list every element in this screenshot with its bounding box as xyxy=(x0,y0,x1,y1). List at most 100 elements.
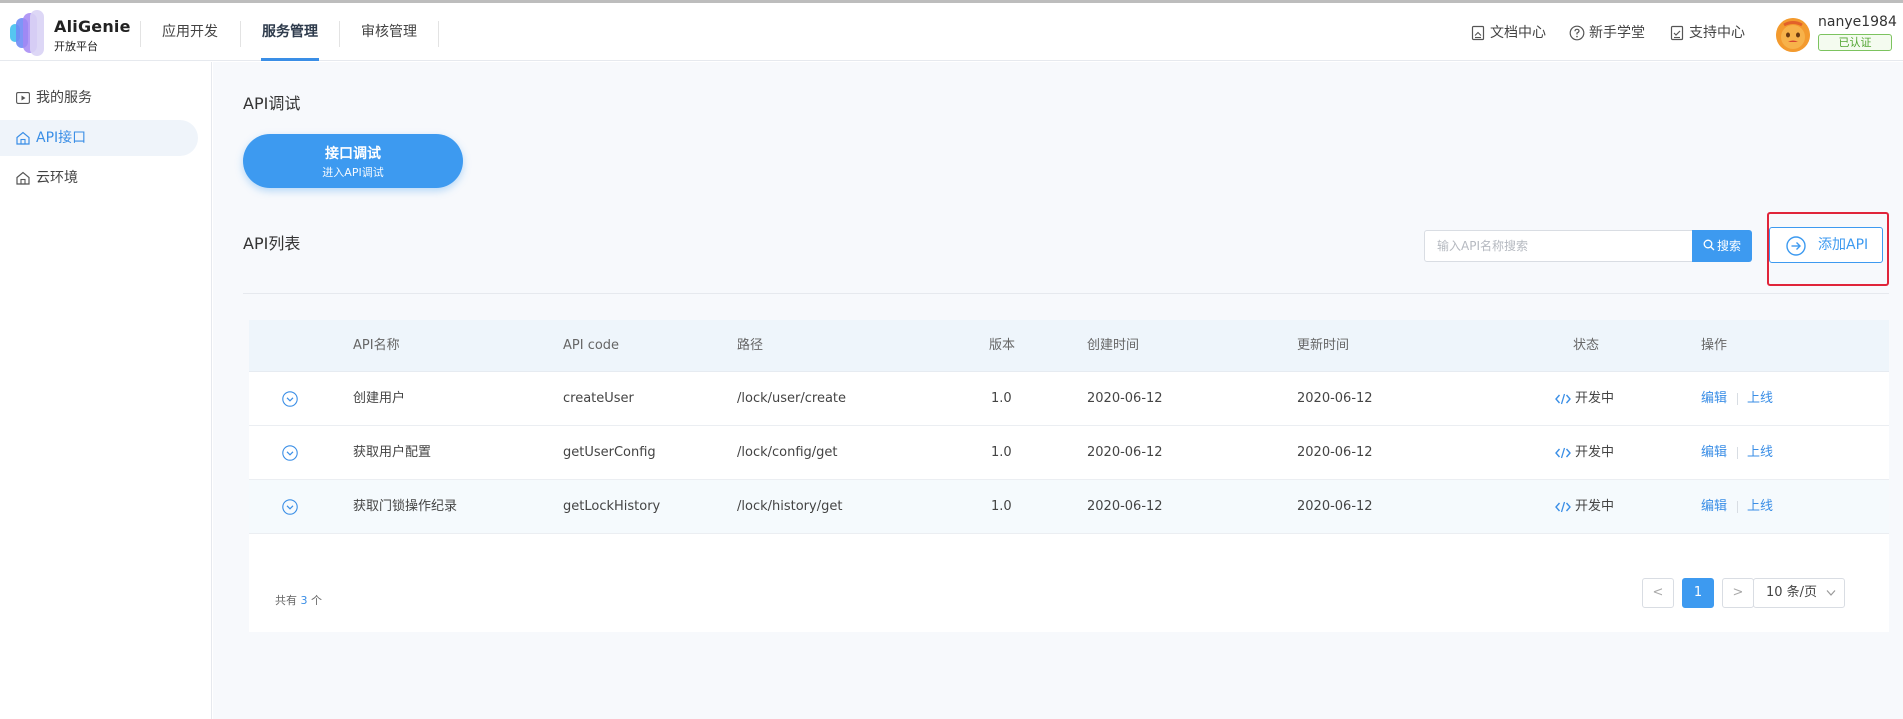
brand-subtitle: 开放平台 xyxy=(54,40,98,53)
home-icon xyxy=(16,131,30,145)
column-header-updated: 更新时间 xyxy=(1297,338,1350,353)
main-content: API调试 接口调试 进入API调试 API列表 搜索 添加API API名称 … xyxy=(213,62,1903,719)
cell-status: 开发中 xyxy=(1555,372,1614,426)
search-button[interactable]: 搜索 xyxy=(1692,230,1752,262)
nav-service-manage[interactable]: 服务管理 xyxy=(261,3,319,61)
sidebar-item-label: 我的服务 xyxy=(36,90,92,106)
link-beginner-school[interactable]: 新手学堂 xyxy=(1569,23,1645,43)
status-label: 开发中 xyxy=(1575,499,1615,514)
code-icon xyxy=(1555,501,1571,513)
cell-api-code: getUserConfig xyxy=(563,445,656,460)
section-divider xyxy=(243,293,1889,294)
avatar-face-icon xyxy=(1776,18,1810,52)
table-row: 获取门锁操作纪录 getLockHistory /lock/history/ge… xyxy=(249,480,1889,534)
cell-updated: 2020-06-12 xyxy=(1297,391,1373,406)
action-divider xyxy=(1737,447,1738,459)
link-docs-label: 文档中心 xyxy=(1490,25,1546,41)
column-header-created: 创建时间 xyxy=(1087,338,1140,353)
api-debug-button-subtitle: 进入API调试 xyxy=(322,166,384,179)
cell-path: /lock/user/create xyxy=(737,391,847,406)
home-icon xyxy=(16,171,30,185)
table-row: 创建用户 createUser /lock/user/create 1.0 20… xyxy=(249,372,1889,426)
chevron-down-icon xyxy=(1826,590,1836,596)
publish-link[interactable]: 上线 xyxy=(1747,426,1773,480)
cell-status: 开发中 xyxy=(1555,480,1614,534)
nav-divider xyxy=(339,21,340,47)
nav-review-manage[interactable]: 审核管理 xyxy=(360,3,418,61)
username[interactable]: nanye1984 xyxy=(1818,14,1897,30)
nav-app-dev[interactable]: 应用开发 xyxy=(161,3,219,61)
status-label: 开发中 xyxy=(1575,445,1615,460)
api-search-input[interactable] xyxy=(1424,230,1704,262)
user-avatar[interactable] xyxy=(1776,18,1810,52)
cell-created: 2020-06-12 xyxy=(1087,499,1163,514)
api-list-title: API列表 xyxy=(243,234,301,253)
search-icon xyxy=(1703,239,1715,251)
page-1-button[interactable]: 1 xyxy=(1682,578,1714,608)
sidebar-item-api[interactable]: API接口 xyxy=(0,120,198,156)
column-header-name: API名称 xyxy=(353,338,400,353)
cell-version: 1.0 xyxy=(991,391,1012,406)
api-debug-button[interactable]: 接口调试 进入API调试 xyxy=(243,134,463,188)
nav-divider xyxy=(240,21,241,47)
edit-link[interactable]: 编辑 xyxy=(1701,480,1727,534)
table-header: API名称 API code 路径 版本 创建时间 更新时间 状态 操作 xyxy=(249,320,1889,372)
cell-version: 1.0 xyxy=(991,499,1012,514)
brand-logo[interactable]: AliGenie 开放平台 xyxy=(10,10,130,56)
total-count: 共有 3 个 xyxy=(275,592,322,608)
cell-updated: 2020-06-12 xyxy=(1297,499,1373,514)
link-docs-center[interactable]: 文档中心 xyxy=(1470,23,1546,43)
publish-link[interactable]: 上线 xyxy=(1747,372,1773,426)
cell-api-name: 获取门锁操作纪录 xyxy=(353,499,458,514)
api-table: API名称 API code 路径 版本 创建时间 更新时间 状态 操作 创建用… xyxy=(249,320,1889,632)
prev-page-button[interactable]: < xyxy=(1642,578,1674,608)
add-api-button[interactable]: 添加API xyxy=(1769,227,1883,263)
link-support-label: 支持中心 xyxy=(1689,25,1745,41)
edit-link[interactable]: 编辑 xyxy=(1701,372,1727,426)
code-icon xyxy=(1555,393,1571,405)
sidebar-item-label: 云环境 xyxy=(36,170,78,186)
cell-path: /lock/config/get xyxy=(737,445,838,460)
next-page-button[interactable]: > xyxy=(1722,578,1754,608)
sidebar-item-my-services[interactable]: 我的服务 xyxy=(0,80,198,116)
add-api-label: 添加API xyxy=(1818,237,1869,253)
cell-created: 2020-06-12 xyxy=(1087,445,1163,460)
expand-chevron-icon[interactable] xyxy=(282,445,298,461)
cell-api-code: getLockHistory xyxy=(563,499,661,514)
action-divider xyxy=(1737,501,1738,513)
play-square-icon xyxy=(16,92,30,104)
column-header-status: 状态 xyxy=(1573,338,1600,353)
total-number: 3 xyxy=(300,594,308,607)
top-header: AliGenie 开放平台 应用开发 服务管理 审核管理 文档中心 新手学堂 支… xyxy=(0,3,1903,61)
cell-api-name: 获取用户配置 xyxy=(353,445,432,460)
api-debug-title: API调试 xyxy=(243,94,301,113)
column-header-actions: 操作 xyxy=(1701,338,1728,353)
link-beginner-label: 新手学堂 xyxy=(1589,25,1645,41)
arrow-circle-right-icon xyxy=(1786,236,1806,256)
cell-api-name: 创建用户 xyxy=(353,391,406,406)
sidebar-item-cloud-env[interactable]: 云环境 xyxy=(0,160,198,196)
page-size-select[interactable]: 10 条/页 xyxy=(1753,578,1845,608)
help-circle-icon xyxy=(1569,25,1585,41)
support-icon xyxy=(1670,25,1684,41)
code-icon xyxy=(1555,447,1571,459)
sidebar-item-label: API接口 xyxy=(36,130,87,146)
column-header-version: 版本 xyxy=(989,338,1016,353)
expand-chevron-icon[interactable] xyxy=(282,499,298,515)
column-header-code: API code xyxy=(563,338,620,353)
publish-link[interactable]: 上线 xyxy=(1747,480,1773,534)
cell-path: /lock/history/get xyxy=(737,499,843,514)
edit-link[interactable]: 编辑 xyxy=(1701,426,1727,480)
total-prefix: 共有 xyxy=(275,594,297,607)
nav-divider xyxy=(438,21,439,47)
cell-created: 2020-06-12 xyxy=(1087,391,1163,406)
search-button-label: 搜索 xyxy=(1716,239,1741,253)
expand-chevron-icon[interactable] xyxy=(282,391,298,407)
action-divider xyxy=(1737,393,1738,405)
cell-updated: 2020-06-12 xyxy=(1297,445,1373,460)
status-label: 开发中 xyxy=(1575,391,1615,406)
document-icon xyxy=(1471,25,1485,41)
link-support-center[interactable]: 支持中心 xyxy=(1669,23,1745,43)
total-suffix: 个 xyxy=(311,594,322,607)
cell-status: 开发中 xyxy=(1555,426,1614,480)
